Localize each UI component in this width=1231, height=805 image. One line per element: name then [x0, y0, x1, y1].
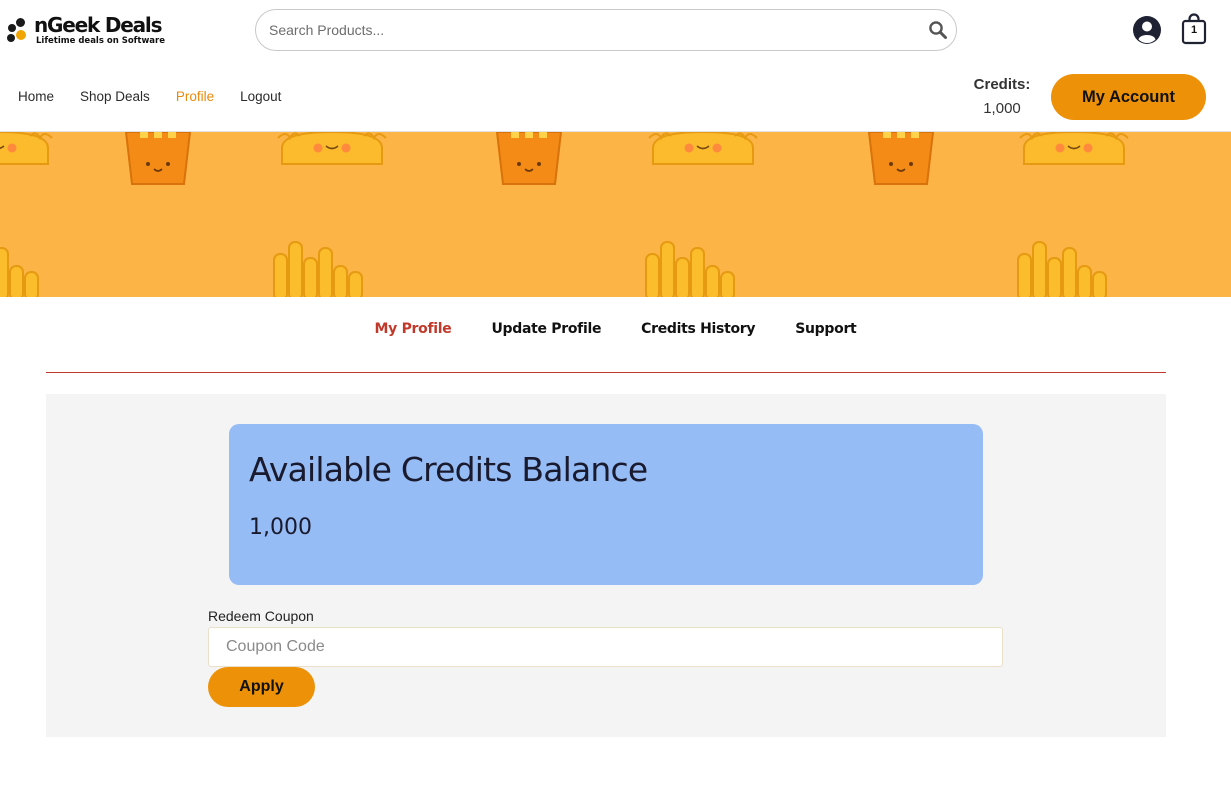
tab-update-profile[interactable]: Update Profile: [491, 321, 601, 337]
logo-mark-icon: [6, 14, 30, 44]
credits-balance-card: Available Credits Balance 1,000: [229, 424, 983, 585]
cart-count-badge: 1: [1190, 24, 1198, 36]
page: nGeek Deals Lifetime deals on Software 1: [0, 0, 1231, 805]
logo-title: nGeek Deals: [34, 13, 162, 37]
balance-title: Available Credits Balance: [249, 450, 648, 489]
tab-support[interactable]: Support: [795, 321, 857, 337]
balance-value: 1,000: [249, 515, 312, 540]
my-account-button[interactable]: My Account: [1051, 74, 1206, 120]
main-nav: Home Shop Deals Profile Logout: [18, 89, 307, 104]
credits-value: 1,000: [983, 100, 1021, 117]
nav-item-profile[interactable]: Profile: [176, 89, 214, 104]
user-circle-icon[interactable]: [1132, 15, 1162, 45]
search-input[interactable]: [269, 10, 909, 50]
logo[interactable]: nGeek Deals Lifetime deals on Software: [6, 14, 165, 46]
profile-tabs: My Profile Update Profile Credits Histor…: [0, 321, 1231, 337]
nav-item-logout[interactable]: Logout: [240, 89, 281, 104]
credits-label: Credits:: [973, 76, 1031, 93]
search-icon[interactable]: [928, 20, 948, 40]
nav-item-shop-deals[interactable]: Shop Deals: [80, 89, 150, 104]
apply-coupon-button[interactable]: Apply: [208, 667, 315, 707]
coupon-code-input[interactable]: [208, 627, 1003, 667]
cart-button[interactable]: 1: [1181, 13, 1207, 45]
coupon-label: Redeem Coupon: [208, 608, 314, 624]
profile-banner: [0, 132, 1231, 297]
nav-item-home[interactable]: Home: [18, 89, 54, 104]
search-bar: [255, 9, 957, 51]
tab-credits-history[interactable]: Credits History: [641, 321, 755, 337]
tab-my-profile[interactable]: My Profile: [375, 321, 452, 337]
banner-pattern: [0, 132, 1129, 297]
tabs-divider: [46, 372, 1166, 373]
logo-tagline: Lifetime deals on Software: [36, 36, 165, 46]
